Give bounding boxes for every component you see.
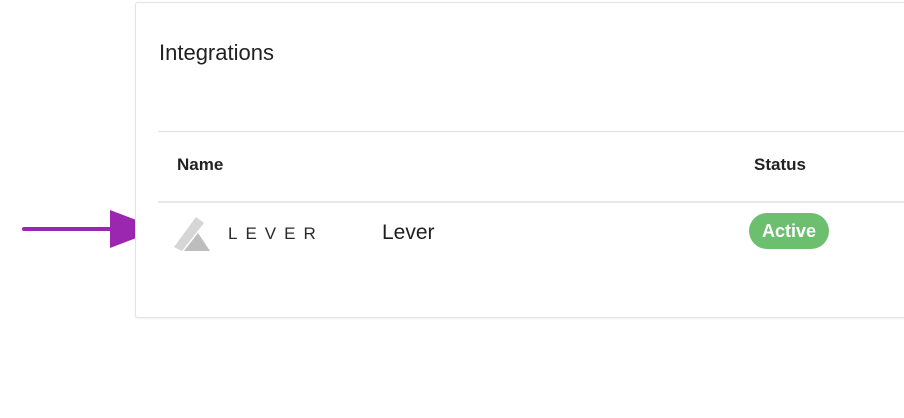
lever-logo-wordmark: LEVER [228, 224, 324, 243]
column-header-name[interactable]: Name [177, 155, 223, 175]
integrations-card: Integrations Name Status LEVER Lever Act… [135, 2, 904, 318]
table-row[interactable]: LEVER Lever Active [158, 203, 904, 267]
integration-name[interactable]: Lever [382, 221, 435, 245]
header-divider [158, 131, 904, 132]
column-header-status[interactable]: Status [754, 155, 806, 175]
status-badge: Active [749, 213, 830, 249]
lever-logo-icon [174, 217, 210, 251]
card-title: Integrations [159, 40, 274, 65]
